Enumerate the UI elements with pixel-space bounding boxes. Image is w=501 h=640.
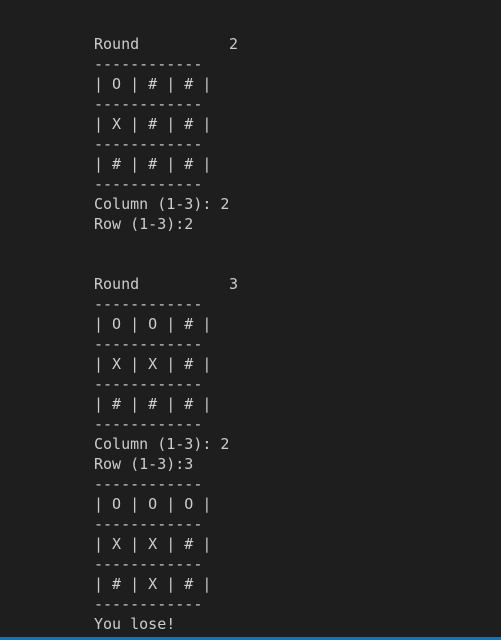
board-separator: ------------ bbox=[94, 595, 203, 613]
board-row: | X | X | # | bbox=[94, 355, 212, 373]
board-row: | # | # | # | bbox=[94, 395, 212, 413]
board-separator: ------------ bbox=[94, 95, 203, 113]
column-prompt: Column (1-3): 2 bbox=[94, 195, 230, 213]
board-separator: ------------ bbox=[94, 515, 203, 533]
board-separator: ------------ bbox=[94, 295, 203, 313]
board-separator: ------------ bbox=[94, 135, 203, 153]
board-separator: ------------ bbox=[94, 475, 203, 493]
row-prompt: Row (1-3):2 bbox=[94, 215, 194, 233]
column-prompt: Column (1-3): 2 bbox=[94, 435, 230, 453]
terminal-output[interactable]: Round 2 ------------ | O | # | # | -----… bbox=[0, 0, 501, 640]
board-separator: ------------ bbox=[94, 55, 203, 73]
round-number: 2 bbox=[229, 35, 239, 53]
board-separator: ------------ bbox=[94, 415, 203, 433]
board-separator: ------------ bbox=[94, 555, 203, 573]
board-separator: ------------ bbox=[94, 175, 203, 193]
board-row: | X | X | # | bbox=[94, 535, 212, 553]
board-row: | O | O | O | bbox=[94, 495, 212, 513]
board-separator: ------------ bbox=[94, 335, 203, 353]
row-prompt: Row (1-3):3 bbox=[94, 455, 194, 473]
board-row: | # | X | # | bbox=[94, 575, 212, 593]
round-label: Round bbox=[94, 275, 140, 293]
board-row: | O | O | # | bbox=[94, 315, 212, 333]
board-separator: ------------ bbox=[94, 375, 203, 393]
board-row: | # | # | # | bbox=[94, 155, 212, 173]
round-number: 3 bbox=[229, 275, 239, 293]
result-message: You lose! bbox=[94, 615, 176, 633]
round-label: Round bbox=[94, 35, 140, 53]
board-row: | O | # | # | bbox=[94, 75, 212, 93]
board-row: | X | # | # | bbox=[94, 115, 212, 133]
